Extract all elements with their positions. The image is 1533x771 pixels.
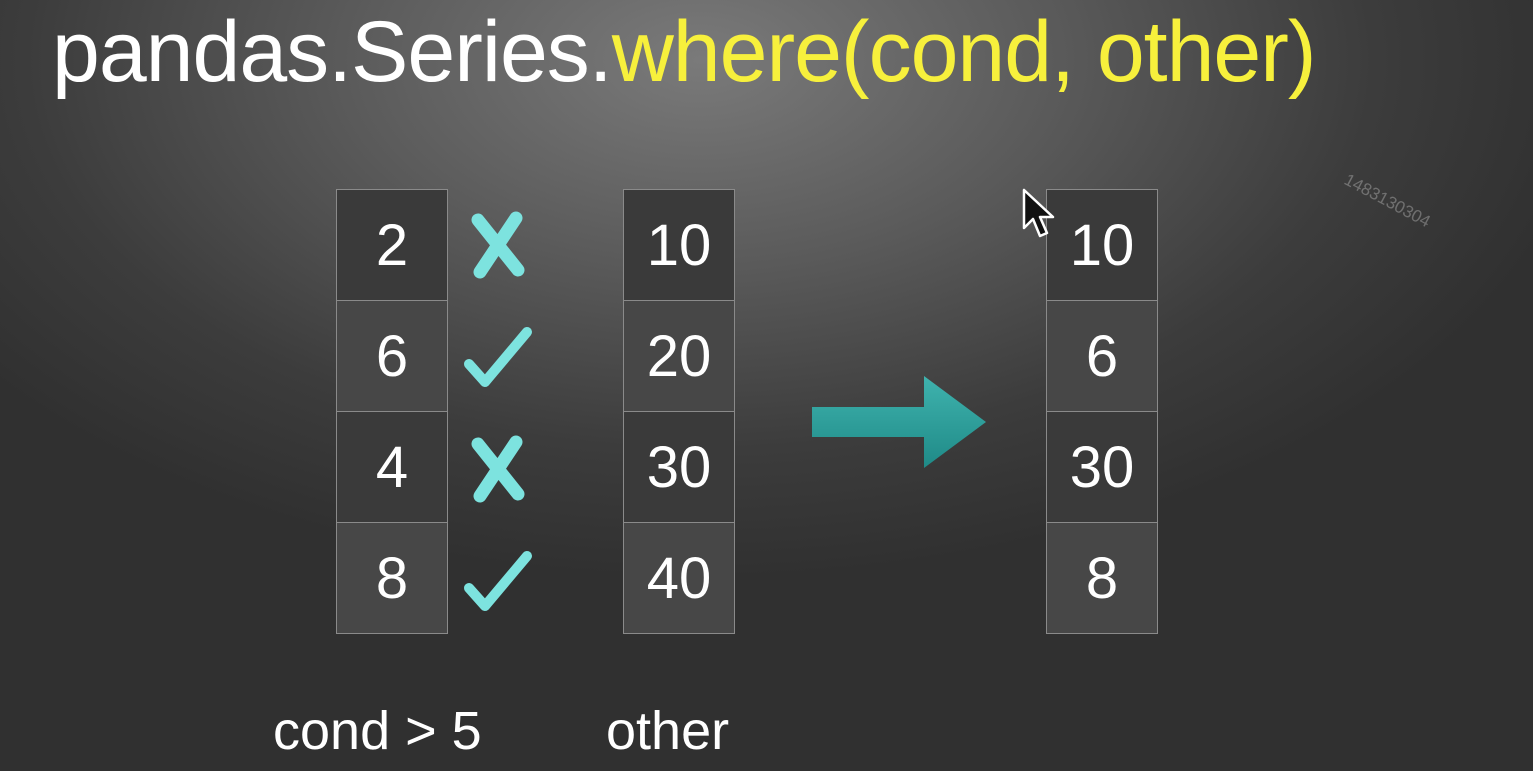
condition-marks <box>458 189 538 637</box>
other-cell: 40 <box>623 522 735 634</box>
watermark: 1483130304 <box>1341 170 1434 232</box>
series-cell: 2 <box>336 189 448 301</box>
series-column: 2 6 4 8 <box>336 189 448 634</box>
mouse-cursor-icon <box>1022 188 1056 245</box>
other-cell: 20 <box>623 300 735 412</box>
series-cell: 8 <box>336 522 448 634</box>
check-icon <box>458 301 538 413</box>
slide-title: pandas.Series.where(cond, other) <box>52 2 1317 102</box>
result-cell: 8 <box>1046 522 1158 634</box>
check-icon <box>458 525 538 637</box>
result-cell: 10 <box>1046 189 1158 301</box>
other-label: other <box>606 701 730 761</box>
other-cell: 30 <box>623 411 735 523</box>
series-cell: 4 <box>336 411 448 523</box>
result-cell: 6 <box>1046 300 1158 412</box>
right-arrow-icon <box>812 376 988 473</box>
result-column: 10 6 30 8 <box>1046 189 1158 634</box>
result-cell: 30 <box>1046 411 1158 523</box>
other-cell: 10 <box>623 189 735 301</box>
cross-icon <box>458 189 538 301</box>
title-prefix: pandas.Series. <box>52 4 613 100</box>
other-column: 10 20 30 40 <box>623 189 735 634</box>
series-label: cond > 5 <box>273 701 482 761</box>
series-cell: 6 <box>336 300 448 412</box>
cross-icon <box>458 413 538 525</box>
title-method: where(cond, other) <box>611 4 1317 100</box>
